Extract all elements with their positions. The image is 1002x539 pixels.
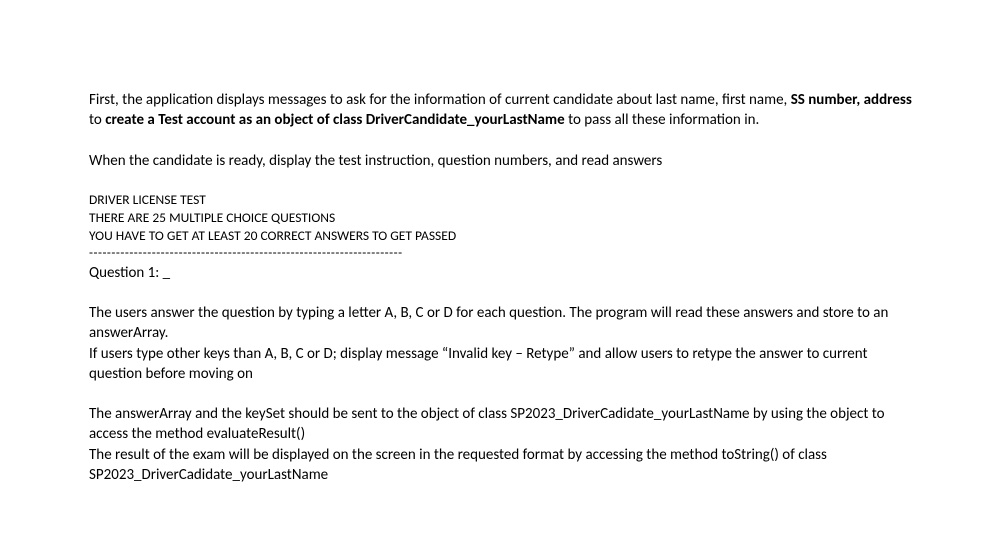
result-instr-1: The answerArray and the keySet should be… [89, 404, 913, 445]
intro-paragraph: First, the application displays messages… [89, 90, 913, 131]
intro-text-1: First, the application displays messages… [89, 91, 791, 109]
answer-instr-1: The users answer the question by typing … [89, 303, 913, 344]
test-line2: THERE ARE 25 MULTIPLE CHOICE QUESTIONS [89, 209, 913, 227]
test-title: DRIVER LICENSE TEST [89, 191, 913, 209]
ready-paragraph: When the candidate is ready, display the… [89, 151, 913, 171]
intro-bold-1: SS number, address [791, 91, 912, 109]
intro-bold-2: create a Test account as an object of cl… [105, 111, 565, 129]
question-prompt: Question 1: _ [89, 263, 913, 283]
result-instr-2: The result of the exam will be displayed… [89, 445, 913, 486]
intro-text-3: to pass all these information in. [565, 111, 760, 129]
test-line3: YOU HAVE TO GET AT LEAST 20 CORRECT ANSW… [89, 227, 913, 245]
intro-text-2: to [89, 111, 105, 129]
divider-dashes: ----------------------------------------… [89, 245, 913, 263]
answer-instr-2: If users type other keys than A, B, C or… [89, 344, 913, 385]
